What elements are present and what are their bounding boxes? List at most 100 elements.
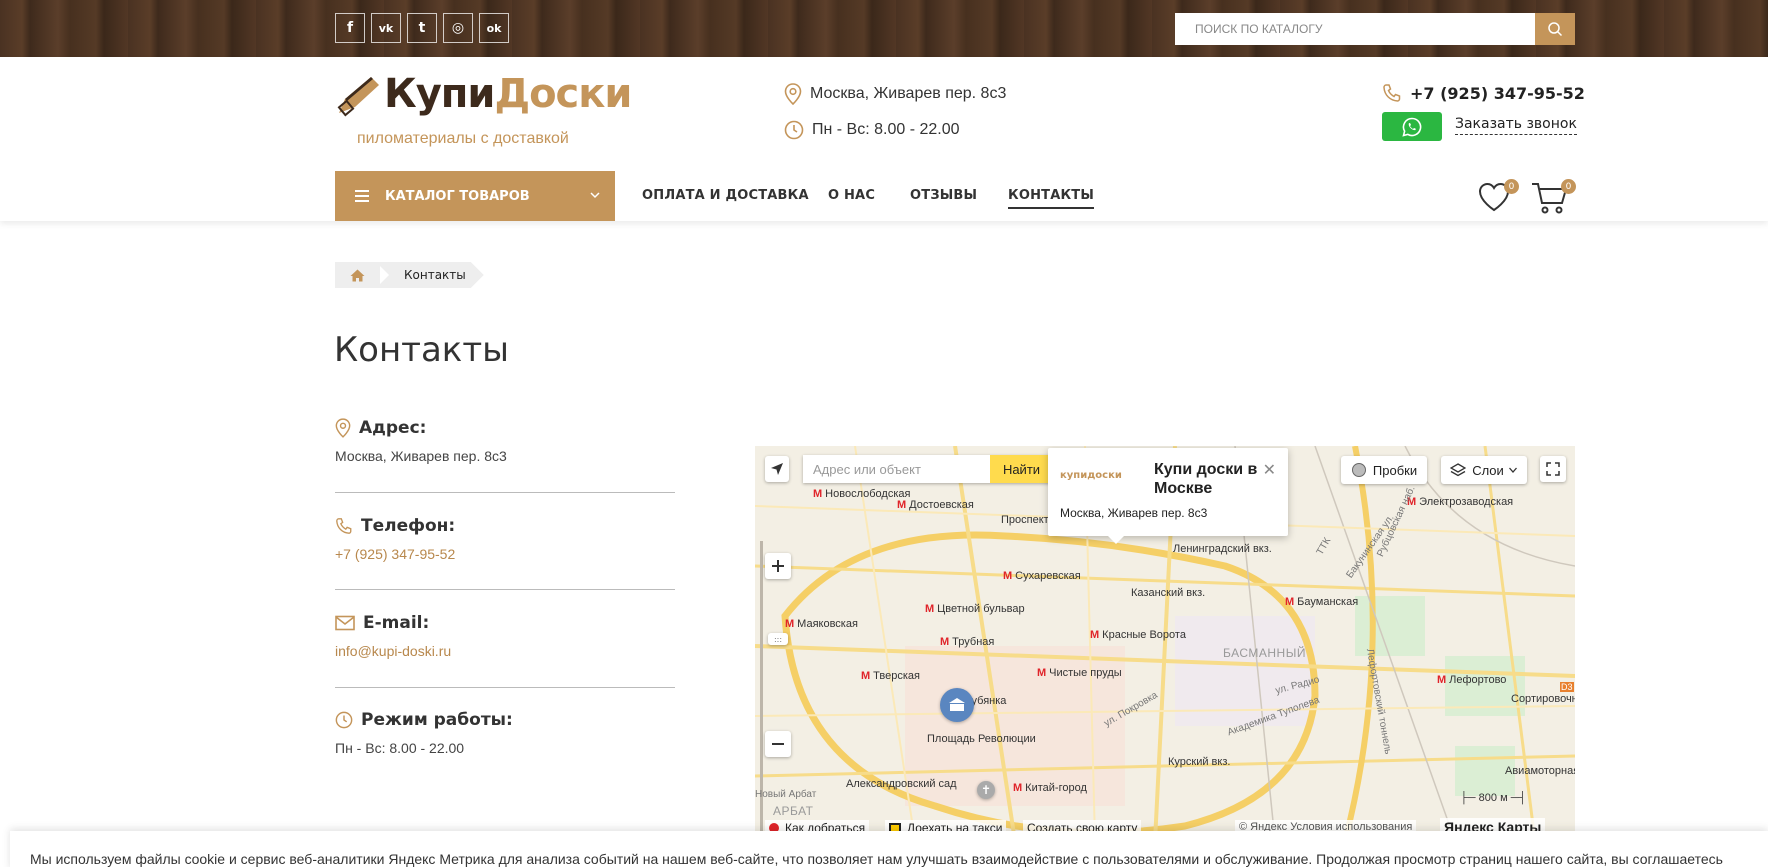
breadcrumb-home[interactable]: [335, 262, 380, 288]
scale-label: 800 м: [1478, 792, 1508, 804]
station-label: Маяковская: [797, 618, 858, 630]
search-button[interactable]: [1535, 13, 1575, 45]
contact-phone: Телефон: +7 (925) 347-95-52: [335, 516, 675, 562]
map-find-button[interactable]: Найти: [990, 455, 1053, 483]
facebook-icon[interactable]: f: [335, 13, 365, 43]
map-search: Найти: [803, 455, 1053, 483]
zoom-out-button[interactable]: [765, 731, 791, 757]
fullscreen-button[interactable]: [1540, 456, 1566, 482]
station-label: Лефортово: [1449, 674, 1507, 686]
burger-icon: [355, 190, 369, 202]
location-pin-icon: [784, 83, 802, 105]
contact-hours-value: Пн - Вс: 8.00 - 22.00: [335, 740, 465, 756]
page-title: Контакты: [334, 330, 509, 370]
zoom-slider-handle[interactable]: :::: [768, 633, 788, 645]
odnoklassniki-icon[interactable]: ok: [479, 13, 509, 43]
chevron-down-icon: [590, 192, 600, 199]
header-phone[interactable]: +7 (925) 347-95-52: [1382, 83, 1585, 103]
station-label: Площадь Революции: [927, 733, 1036, 745]
favorites-count-badge: 0: [1504, 179, 1519, 194]
catalog-search: [1175, 13, 1575, 45]
breadcrumb-current: Контакты: [376, 262, 484, 288]
logo[interactable]: КупиДоски: [384, 71, 632, 117]
balloon-address: Москва, Живарев пер. 8с3: [1060, 506, 1208, 520]
cart-button[interactable]: 0: [1531, 179, 1577, 215]
favorites-button[interactable]: 0: [1477, 179, 1519, 215]
station-label: Электрозаводская: [1419, 496, 1514, 508]
station-label: Александровский сад: [846, 778, 957, 790]
cookie-notice: Мы используем файлы cookie и сервис веб-…: [10, 831, 1768, 867]
twitter-icon[interactable]: t: [407, 13, 437, 43]
station-label: Трубная: [952, 636, 995, 648]
search-icon: [1548, 22, 1563, 37]
header-phone-text: +7 (925) 347-95-52: [1410, 83, 1585, 103]
station-label: Чистые пруды: [1049, 667, 1122, 679]
header-hours-text: Пн - Вс: 8.00 - 22.00: [812, 121, 960, 138]
balloon-tail: [1106, 534, 1126, 544]
theatre-building-icon: [949, 698, 965, 711]
station-label: Красные Ворота: [1102, 629, 1186, 641]
traffic-icon: [1351, 463, 1366, 477]
layers-icon: [1450, 463, 1467, 477]
header-hours: Пн - Вс: 8.00 - 22.00: [784, 120, 960, 140]
map-scale: ├─ 800 м ─┤: [1460, 792, 1527, 804]
top-bar: f vk t ◎ ok: [0, 0, 1768, 57]
place-label: Ленинградский вкз.: [1173, 543, 1272, 555]
catalog-search-input[interactable]: [1175, 13, 1536, 45]
phone-icon: [1383, 84, 1401, 102]
traffic-label: Пробки: [1372, 462, 1418, 478]
envelope-icon: [335, 615, 355, 631]
catalog-menu-label: КАТАЛОГ ТОВАРОВ: [385, 188, 530, 204]
logo-part-2: Доски: [494, 71, 632, 117]
site-header: КупиДоски пиломатериалы с доставкой Моск…: [0, 57, 1768, 221]
contact-address: Адрес: Москва, Живарев пер. 8с3: [335, 418, 675, 464]
clock-icon: [335, 711, 353, 729]
nav-contacts[interactable]: КОНТАКТЫ: [1008, 188, 1095, 209]
contact-phone-label: Телефон:: [361, 516, 456, 536]
divider: [335, 687, 675, 688]
station-label: Цветной бульвар: [937, 603, 1025, 615]
nav-reviews[interactable]: ОТЗЫВЫ: [910, 188, 977, 203]
place-label: Курский вкз.: [1168, 756, 1231, 768]
location-pin-icon: [335, 418, 351, 438]
saw-logo-icon[interactable]: [335, 73, 381, 119]
contact-address-label: Адрес:: [359, 418, 427, 438]
contact-phone-link[interactable]: +7 (925) 347-95-52: [335, 546, 675, 562]
vk-icon[interactable]: vk: [371, 13, 401, 43]
chevron-down-icon: [1508, 467, 1517, 473]
whatsapp-button[interactable]: [1382, 112, 1442, 141]
yandex-map[interactable]: М Новослободская М Достоевская Проспект Ми…: [755, 446, 1575, 841]
layers-label: Слои: [1472, 462, 1504, 478]
map-search-input[interactable]: [803, 455, 990, 483]
divider: [335, 589, 675, 590]
divider: [335, 492, 675, 493]
zoom-in-button[interactable]: [765, 553, 791, 579]
map-balloon: купидоски Купи доски в Москве Москва, Жи…: [1048, 448, 1288, 544]
catalog-menu-button[interactable]: КАТАЛОГ ТОВАРОВ: [335, 171, 615, 221]
bolshoi-theatre-icon[interactable]: [940, 688, 974, 722]
cart-count-badge: 0: [1561, 179, 1576, 194]
station-label: Достоевская: [909, 499, 974, 511]
geolocation-arrow-icon: [771, 463, 783, 475]
breadcrumb: Контакты: [335, 262, 484, 288]
header-address: Москва, Живарев пер. 8с3: [784, 83, 1006, 105]
balloon-title: Купи доски в Москве: [1154, 461, 1258, 497]
geolocation-button[interactable]: [765, 456, 789, 482]
clock-icon: [784, 120, 804, 140]
station-label: Китай-город: [1025, 782, 1087, 794]
contact-hours: Режим работы: Пн - Вс: 8.00 - 22.00: [335, 710, 675, 756]
contact-email-link[interactable]: info@kupi-doski.ru: [335, 643, 675, 659]
station-label: Сортировочная: [1511, 693, 1575, 705]
whatsapp-icon: [1402, 117, 1422, 137]
traffic-button[interactable]: Пробки: [1341, 456, 1427, 484]
nav-about[interactable]: О НАС: [828, 188, 875, 203]
close-icon[interactable]: ✕: [1263, 460, 1276, 479]
contact-email: E-mail: info@kupi-doski.ru: [335, 613, 675, 659]
station-label: Бауманская: [1297, 596, 1359, 608]
station-label: Авиамоторная: [1505, 765, 1575, 777]
instagram-icon[interactable]: ◎: [443, 13, 473, 43]
nav-payment-delivery[interactable]: ОПЛАТА И ДОСТАВКА: [642, 188, 809, 203]
callback-link[interactable]: Заказать звонок: [1455, 116, 1577, 135]
layers-button[interactable]: Слои: [1441, 456, 1527, 484]
minus-icon: [772, 743, 784, 745]
